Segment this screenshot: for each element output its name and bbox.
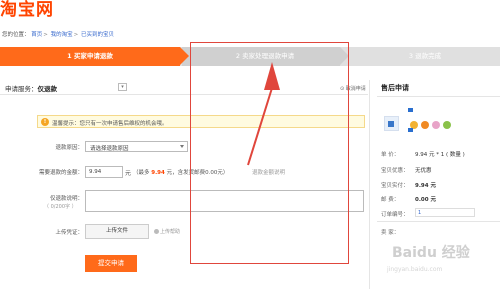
- badge-icon: [421, 121, 429, 129]
- product-thumbnail[interactable]: [384, 116, 399, 131]
- order-number-label: 订单编号：: [381, 212, 409, 218]
- seller-label: 卖 家：: [381, 230, 400, 236]
- product-title-link-icon[interactable]: [408, 108, 413, 112]
- chevron-down-icon: ▾: [121, 84, 124, 90]
- sidebar-bottom-divider: [377, 221, 500, 222]
- breadcrumb-prefix: 您的位置：: [2, 32, 30, 38]
- amount-max-value: 9.94: [151, 170, 165, 176]
- order-number-value: 1: [418, 210, 422, 216]
- service-value: 仅退款: [37, 85, 58, 93]
- badge-icon: [432, 121, 440, 129]
- step-apply-refund: 1 买家申请退款: [0, 47, 189, 66]
- breadcrumb-bought-items[interactable]: 已买到的宝贝: [81, 32, 114, 38]
- amount-label: 需要退款的金额：: [38, 170, 83, 176]
- discount-label: 宝贝优惠：: [381, 168, 409, 174]
- breadcrumb-my-taobao[interactable]: 我的淘宝: [51, 32, 73, 38]
- warning-icon: !: [41, 118, 49, 126]
- sidebar-title-divider: [377, 96, 500, 97]
- amount-note-prefix: （最多: [133, 170, 150, 176]
- watermark-url: jingyan.baidu.com: [387, 266, 443, 273]
- amount-unit: 元: [125, 170, 132, 177]
- help-icon: [154, 229, 159, 234]
- product-badges: [410, 121, 454, 131]
- breadcrumb: 您的位置： 首页> 我的淘宝> 已买到的宝贝: [2, 32, 115, 38]
- order-number-field: 1: [415, 208, 475, 217]
- upload-help-link[interactable]: 上传帮助: [154, 228, 180, 235]
- notice-text: 温馨提示：您只有一次申请售后维权的机会哦。: [52, 121, 168, 127]
- upload-help-label: 上传帮助: [160, 229, 181, 235]
- dropdown-arrow-icon: [180, 145, 184, 148]
- breadcrumb-home[interactable]: 首页: [31, 32, 42, 38]
- taobao-logo[interactable]: 淘宝网: [0, 0, 52, 22]
- service-type-label: 申请服务：仅退款: [5, 83, 57, 93]
- unit-price-label: 单 价：: [381, 152, 400, 158]
- discount-value: 无优惠: [415, 168, 432, 174]
- refund-amount-input[interactable]: 9.94: [85, 166, 123, 178]
- product-spec-icon: [408, 128, 413, 132]
- refund-reason-select[interactable]: 请选择退款原因: [85, 141, 188, 152]
- shipping-label: 邮 费：: [381, 197, 400, 203]
- paid-value: 9.94 元: [415, 183, 436, 189]
- upload-label: 上传凭证：: [55, 230, 83, 236]
- reason-placeholder: 请选择退款原因: [90, 146, 129, 152]
- unit-price-value: 9.94 元 * 1 ( 数量 ): [415, 152, 465, 158]
- service-dropdown-toggle[interactable]: ▾: [118, 83, 127, 91]
- highlight-annotation-box: [190, 42, 349, 264]
- badge-icon: [443, 121, 451, 129]
- service-prefix: 申请服务：: [5, 85, 38, 93]
- reason-label: 退款原因：: [55, 145, 83, 151]
- sidebar-title: 售后申请: [381, 84, 409, 92]
- submit-application-button[interactable]: 提交申请: [85, 255, 137, 272]
- logo-text: 淘宝网: [0, 0, 52, 20]
- baidu-jingyan-watermark: Baidu 经验: [392, 245, 470, 261]
- step-refund-complete: 3 退款完成: [408, 52, 442, 60]
- upload-file-button[interactable]: 上传文件: [85, 224, 149, 239]
- description-counter: （ 0/200字 ）: [44, 204, 77, 210]
- sidebar-divider: [369, 80, 370, 289]
- shipping-value: 0.00 元: [415, 197, 436, 203]
- description-label: 仅退款说明：: [49, 196, 83, 202]
- paid-label: 宝贝实付：: [381, 183, 409, 189]
